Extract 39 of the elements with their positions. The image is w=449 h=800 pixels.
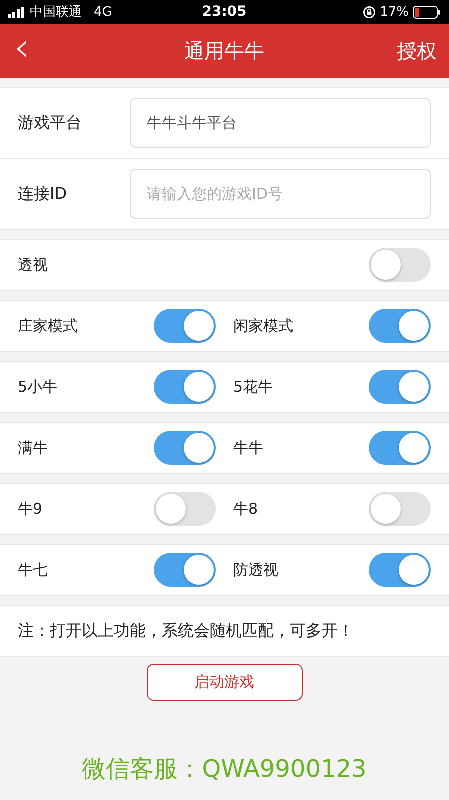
start-game-button[interactable]: 启动游戏 [146, 664, 302, 701]
toggle-switch[interactable] [369, 492, 431, 526]
field-label: 游戏平台 [18, 112, 83, 134]
rotation-lock-icon [363, 6, 376, 18]
carrier-name: 中国联通 [30, 4, 82, 21]
toggle-label: 牛9 [18, 500, 43, 518]
back-button[interactable]: ‹ [10, 28, 34, 74]
toggle-label: 闲家模式 [234, 316, 294, 336]
toggle-label: 透视 [18, 256, 48, 274]
field-label: 连接ID [18, 184, 68, 204]
toggle-label: 牛七 [18, 560, 48, 580]
toggle-switch[interactable] [154, 309, 216, 343]
signal-icon [8, 6, 26, 18]
toggle-switch[interactable] [369, 309, 431, 343]
page-title: 通用牛牛 [184, 38, 264, 64]
clock: 23:05 [202, 4, 247, 20]
input-field[interactable]: 请输入您的游戏ID号 [130, 169, 431, 219]
contact-text: 微信客服：QWA9900123 [81, 754, 368, 785]
toggle-switch[interactable] [369, 248, 431, 282]
battery-icon [413, 6, 441, 18]
toggle-switch[interactable] [369, 431, 431, 465]
toggle-switch[interactable] [154, 370, 216, 404]
note-text: 注：打开以上功能，系统会随机匹配，可多开！ [18, 620, 354, 642]
toggle-label: 满牛 [18, 438, 48, 458]
toggle-label: 牛牛 [234, 438, 264, 458]
toggle-switch[interactable] [369, 370, 431, 404]
toggle-switch[interactable] [154, 553, 216, 587]
battery-percent: 17% [380, 4, 409, 20]
toggle-label: 5小牛 [18, 378, 58, 396]
toggle-label: 防透视 [234, 560, 278, 580]
toggle-switch[interactable] [154, 492, 216, 526]
authorize-button[interactable]: 授权 [397, 38, 437, 64]
toggle-label: 5花牛 [234, 378, 274, 396]
toggle-label: 庄家模式 [18, 316, 78, 336]
toggle-switch[interactable] [369, 553, 431, 587]
toggle-label: 牛8 [234, 500, 258, 518]
network-type: 4G [94, 4, 112, 20]
toggle-switch[interactable] [154, 431, 216, 465]
input-field[interactable]: 牛牛斗牛平台 [130, 98, 431, 148]
